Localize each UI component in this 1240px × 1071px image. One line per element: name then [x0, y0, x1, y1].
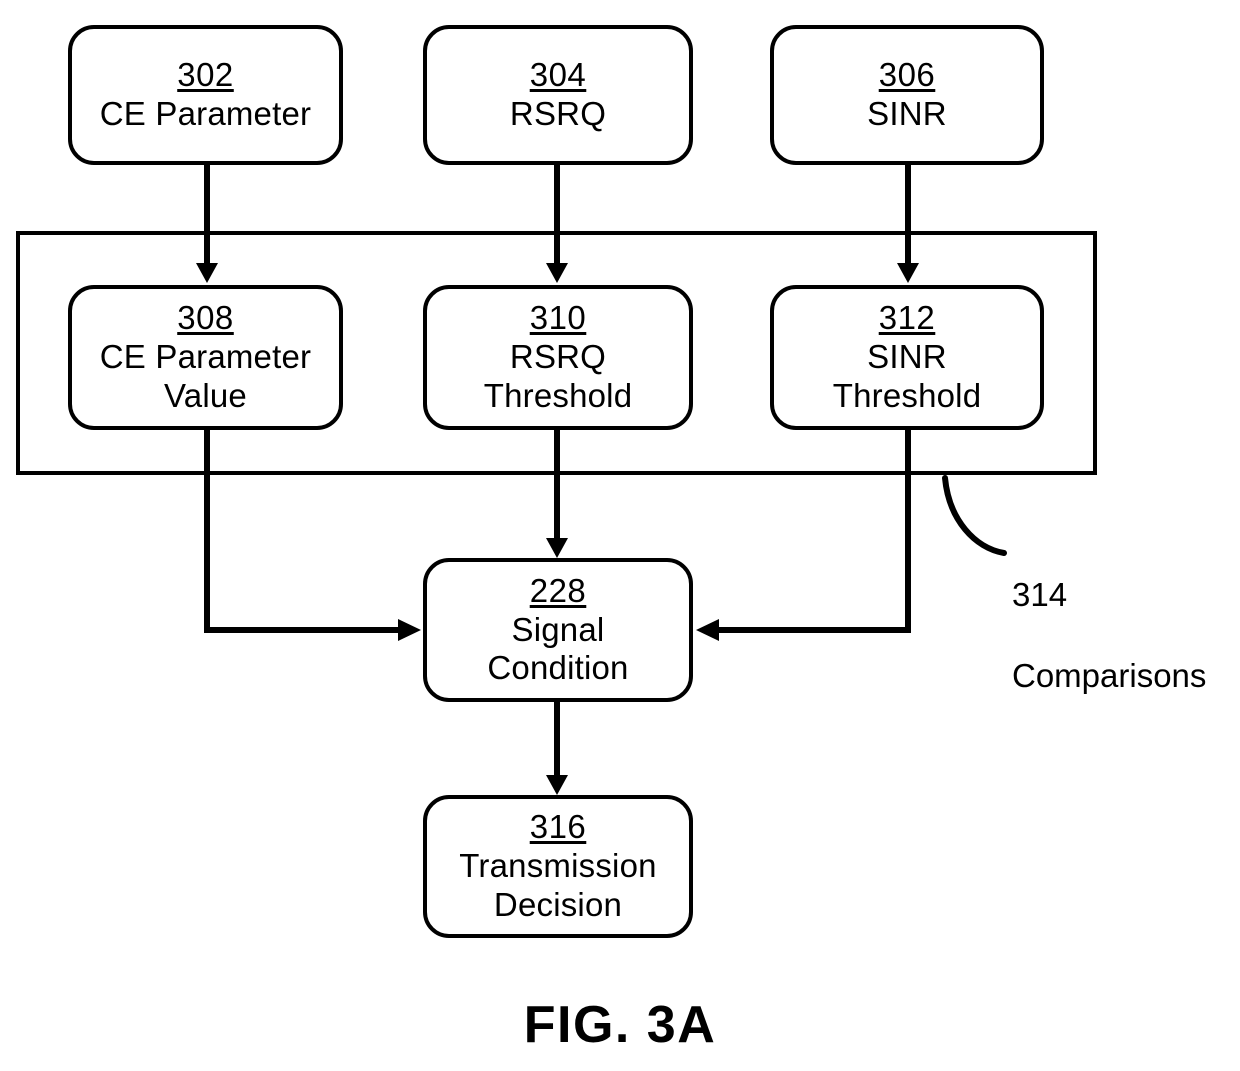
node-transmission-decision-ref: 316 [529, 808, 587, 846]
figure-3a-diagram: 302 CE Parameter 304 RSRQ 306 SINR 308 C… [0, 0, 1240, 1071]
node-signal-condition-label: Signal Condition [487, 610, 629, 687]
node-rsrq-threshold[interactable]: 310 RSRQ Threshold [423, 285, 693, 430]
node-signal-condition[interactable]: 228 Signal Condition [423, 558, 693, 702]
leader-line-314 [942, 475, 1007, 556]
node-ce-parameter-value[interactable]: 308 CE Parameter Value [68, 285, 343, 430]
node-transmission-decision[interactable]: 316 Transmission Decision [423, 795, 693, 938]
node-sinr-label: SINR [867, 95, 947, 132]
node-signal-condition-ref: 228 [529, 571, 587, 609]
node-rsrq[interactable]: 304 RSRQ [423, 25, 693, 165]
comparisons-callout: 314 Comparisons [1012, 535, 1232, 736]
node-ce-parameter-ref: 302 [177, 56, 234, 94]
node-ce-parameter[interactable]: 302 CE Parameter [68, 25, 343, 165]
node-sinr-threshold-ref: 312 [878, 299, 936, 337]
connector-228-to-316 [546, 702, 568, 795]
node-transmission-decision-label: Transmission Decision [459, 847, 657, 923]
comparisons-callout-ref: 314 [1012, 576, 1068, 614]
node-ce-parameter-label: CE Parameter [99, 95, 312, 132]
node-sinr[interactable]: 306 SINR [770, 25, 1044, 165]
figure-caption: FIG. 3A [523, 996, 717, 1054]
node-rsrq-ref: 304 [529, 56, 587, 94]
node-rsrq-threshold-label: RSRQ Threshold [483, 338, 633, 414]
comparisons-callout-label: Comparisons [1012, 656, 1207, 694]
node-sinr-threshold-label: SINR Threshold [832, 338, 982, 414]
node-rsrq-threshold-ref: 310 [529, 299, 587, 337]
node-rsrq-label: RSRQ [509, 95, 607, 132]
node-ce-parameter-value-ref: 308 [177, 299, 234, 337]
node-sinr-threshold[interactable]: 312 SINR Threshold [770, 285, 1044, 430]
node-ce-parameter-value-label: CE Parameter Value [99, 338, 312, 414]
node-sinr-ref: 306 [878, 56, 936, 94]
